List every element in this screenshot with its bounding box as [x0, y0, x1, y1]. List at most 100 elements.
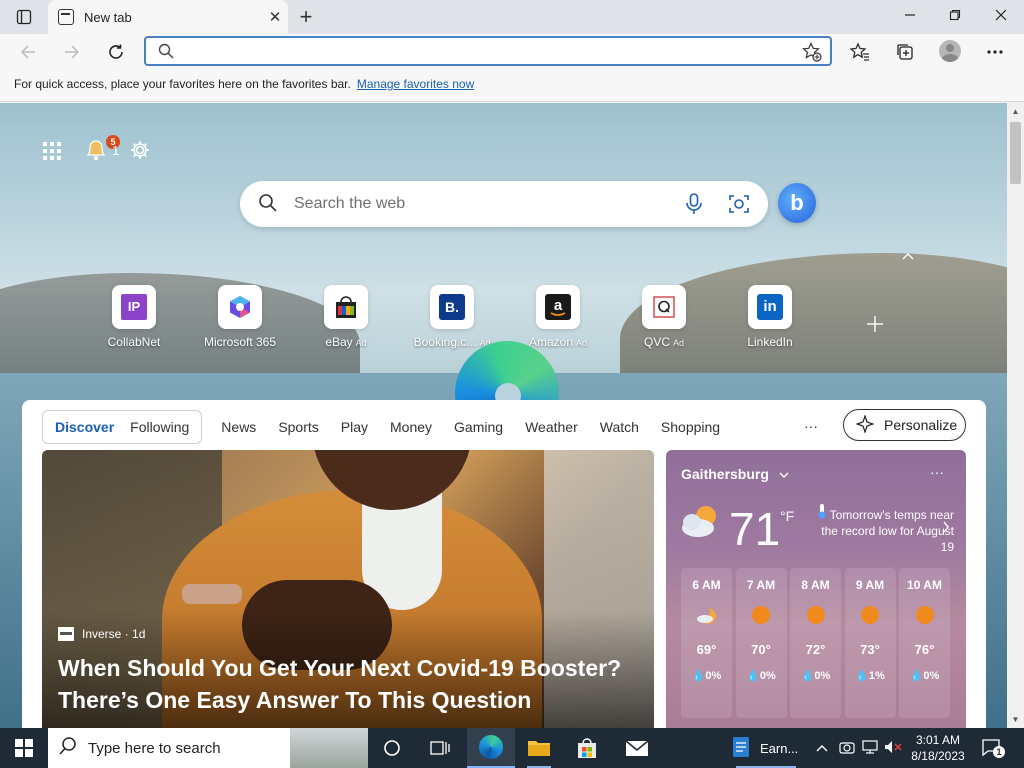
tab-play[interactable]: Play — [341, 419, 368, 435]
search-highlight-image[interactable] — [290, 728, 368, 768]
tab-watch[interactable]: Watch — [600, 419, 639, 435]
scroll-up-icon[interactable]: ▲ — [1007, 103, 1024, 120]
back-button[interactable] — [14, 38, 42, 66]
tile-microsoft-365[interactable]: Microsoft 365 — [195, 285, 285, 349]
chevron-up-icon[interactable] — [901, 248, 915, 264]
current-temperature: 71 — [729, 503, 781, 555]
action-center-icon[interactable]: 1 — [980, 736, 1005, 760]
feed-more-icon[interactable]: ··· — [804, 418, 818, 434]
add-favorite-icon[interactable] — [802, 42, 822, 67]
hourly-forecast-item[interactable]: 6 AM 69° 💧0% — [681, 568, 732, 718]
scroll-down-icon[interactable]: ▼ — [1007, 711, 1024, 728]
raindrop-icon: 💧 — [800, 670, 815, 682]
precip-value: 1% — [868, 670, 885, 682]
tile-label: Amazon — [528, 335, 573, 349]
scrollbar-thumb[interactable] — [1010, 122, 1021, 184]
weather-more-icon[interactable]: ··· — [930, 464, 944, 480]
taskbar-mail[interactable] — [613, 728, 661, 768]
favorites-icon[interactable] — [848, 40, 872, 64]
featured-article-card[interactable]: Inverse · 1d When Should You Get Your Ne… — [42, 450, 654, 728]
refresh-button[interactable] — [102, 38, 130, 66]
action-center-count: 1 — [993, 746, 1005, 758]
tile-amazon[interactable]: a Amazon Ad — [513, 285, 603, 349]
taskbar-store[interactable] — [563, 728, 611, 768]
weather-card[interactable]: Gaithersburg ··· 71 °F Tomorrow's temps … — [666, 450, 966, 728]
windows-logo-icon — [15, 739, 33, 757]
earn-app-label: Earn... — [760, 740, 799, 756]
hourly-forecast-item[interactable]: 8 AM 72° 💧0% — [790, 568, 841, 718]
collections-icon[interactable] — [893, 40, 917, 64]
address-input[interactable] — [182, 42, 782, 62]
notifications-bell-icon[interactable] — [84, 139, 108, 166]
tile-linkedin[interactable]: in LinkedIn — [725, 285, 815, 349]
address-bar[interactable] — [144, 36, 832, 66]
tab-new-tab[interactable]: New tab ✕ — [48, 0, 288, 34]
close-window-button[interactable] — [978, 0, 1024, 30]
task-view-button[interactable] — [368, 728, 416, 768]
taskbar-search-box[interactable] — [48, 728, 368, 768]
start-button[interactable] — [0, 728, 48, 768]
add-site-icon[interactable] — [866, 313, 884, 339]
hour-time: 6 AM — [692, 578, 721, 592]
hourly-forecast-item[interactable]: 9 AM 73° 💧1% — [844, 568, 896, 718]
amazon-icon: a — [536, 285, 580, 329]
tab-actions-icon[interactable] — [13, 6, 35, 28]
tab-discover[interactable]: Discover — [47, 419, 122, 435]
minimize-button[interactable] — [887, 0, 933, 30]
manage-favorites-link[interactable]: Manage favorites now — [357, 77, 474, 91]
system-clock[interactable]: 3:01 AM 8/18/2023 — [906, 732, 970, 764]
tab-gaming[interactable]: Gaming — [454, 419, 503, 435]
windows-taskbar: Earn... 3:01 AM 8/18/2023 1 — [0, 728, 1024, 768]
hour-precipitation: 💧0% — [790, 669, 841, 682]
volume-muted-icon[interactable] — [884, 740, 902, 757]
tab-money[interactable]: Money — [390, 419, 432, 435]
bing-chat-button[interactable]: b — [778, 183, 816, 223]
taskbar-edge[interactable] — [467, 728, 515, 768]
microphone-icon[interactable] — [684, 193, 704, 220]
task-view-icon[interactable] — [416, 728, 464, 768]
camera-icon[interactable] — [839, 740, 855, 757]
weather-alert-note[interactable]: Tomorrow's temps near the record low for… — [806, 503, 954, 555]
tab-following[interactable]: Following — [122, 419, 197, 435]
web-search-box[interactable] — [240, 181, 768, 227]
restore-button[interactable] — [932, 0, 978, 30]
tab-shopping[interactable]: Shopping — [661, 419, 720, 435]
page-scrollbar[interactable]: ▲ ▼ — [1007, 103, 1024, 728]
chevron-up-icon[interactable] — [816, 740, 828, 755]
forward-button[interactable] — [58, 38, 86, 66]
precip-value: 0% — [923, 670, 940, 682]
settings-and-more-icon[interactable] — [983, 40, 1007, 64]
hourly-forecast: 6 AM 69° 💧0% 7 AM 70° 💧0% 8 AM 72° 💧0% 9… — [681, 568, 950, 718]
hour-time: 10 AM — [907, 578, 942, 592]
tab-sports[interactable]: Sports — [278, 419, 318, 435]
network-icon[interactable] — [862, 740, 878, 757]
article-headline[interactable]: When Should You Get Your Next Covid-19 B… — [58, 652, 638, 716]
taskbar-file-explorer[interactable] — [515, 728, 563, 768]
app-launcher-icon[interactable] — [42, 141, 62, 166]
tile-booking[interactable]: B. Booking.c... Ad — [407, 285, 497, 349]
visual-search-icon[interactable] — [728, 193, 750, 220]
page-settings-gear-icon[interactable] — [129, 139, 151, 166]
chevron-right-icon[interactable] — [942, 520, 950, 536]
taskbar-search-input[interactable] — [88, 739, 288, 757]
profile-avatar[interactable] — [939, 40, 961, 62]
mail-icon — [625, 740, 649, 756]
tile-collabnet[interactable]: IP CollabNet — [89, 285, 179, 349]
new-tab-button[interactable]: + — [293, 4, 319, 30]
close-tab-icon[interactable]: ✕ — [262, 8, 288, 26]
personalize-button[interactable]: Personalize — [843, 409, 966, 441]
clock-time: 3:01 AM — [915, 733, 961, 747]
tab-weather[interactable]: Weather — [525, 419, 578, 435]
taskbar-earn-app[interactable]: Earn... — [724, 728, 810, 768]
tile-ebay[interactable]: eBay Ad — [301, 285, 391, 349]
web-search-input[interactable] — [294, 194, 654, 214]
hourly-forecast-item[interactable]: 7 AM 70° 💧0% — [735, 568, 787, 718]
inverse-logo-icon — [58, 627, 74, 641]
tile-label: LinkedIn — [747, 335, 793, 349]
tab-news[interactable]: News — [221, 419, 256, 435]
hourly-forecast-item[interactable]: 10 AM 76° 💧0% — [899, 568, 950, 718]
tile-qvc[interactable]: QVC Ad — [619, 285, 709, 349]
raindrop-icon: 💧 — [691, 670, 706, 682]
weather-location[interactable]: Gaithersburg — [681, 466, 789, 482]
new-tab-page-icon — [58, 9, 74, 25]
